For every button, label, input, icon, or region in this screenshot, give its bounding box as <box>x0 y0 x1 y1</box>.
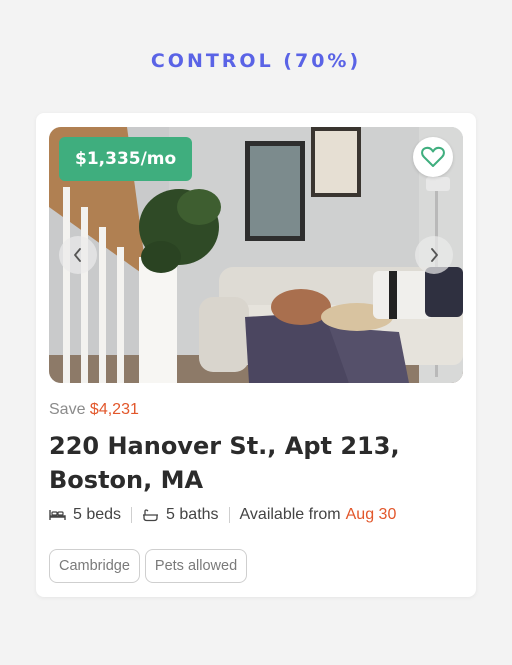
listing-photo[interactable]: $1,335/mo <box>49 127 463 383</box>
variant-label: CONTROL (70%) <box>150 50 362 72</box>
listing-details: 5 beds 5 baths Available from Aug 30 <box>49 506 396 524</box>
savings-amount: $4,231 <box>89 401 139 418</box>
beds-count: 5 beds <box>73 506 122 523</box>
listing-address: 220 Hanover St., Apt 213, Boston, MA <box>49 432 400 494</box>
bed-icon <box>49 509 66 521</box>
heart-outline-icon <box>421 146 445 167</box>
listing-tags: Cambridge Pets allowed <box>49 549 248 583</box>
chevron-left-icon <box>74 248 81 262</box>
price-badge: $1,335/mo <box>59 137 193 181</box>
savings-prefix: Save <box>49 401 86 418</box>
availability-prefix: Available from <box>239 506 341 523</box>
tag-neighborhood[interactable]: Cambridge <box>49 549 140 583</box>
tag-pets-allowed[interactable]: Pets allowed <box>144 549 248 583</box>
favorite-button[interactable] <box>413 137 453 177</box>
divider <box>131 507 133 523</box>
availability-date: Aug 30 <box>345 506 397 523</box>
bathtub-icon <box>142 508 159 522</box>
baths-count: 5 baths <box>166 506 219 523</box>
divider <box>228 507 230 523</box>
savings-line: Save $4,231 <box>49 401 139 419</box>
previous-photo-button[interactable] <box>59 236 97 274</box>
next-photo-button[interactable] <box>415 236 453 274</box>
listing-card[interactable]: $1,335/mo Save $4,231 220 Hanover St., A… <box>36 113 476 597</box>
chevron-right-icon <box>431 248 438 262</box>
